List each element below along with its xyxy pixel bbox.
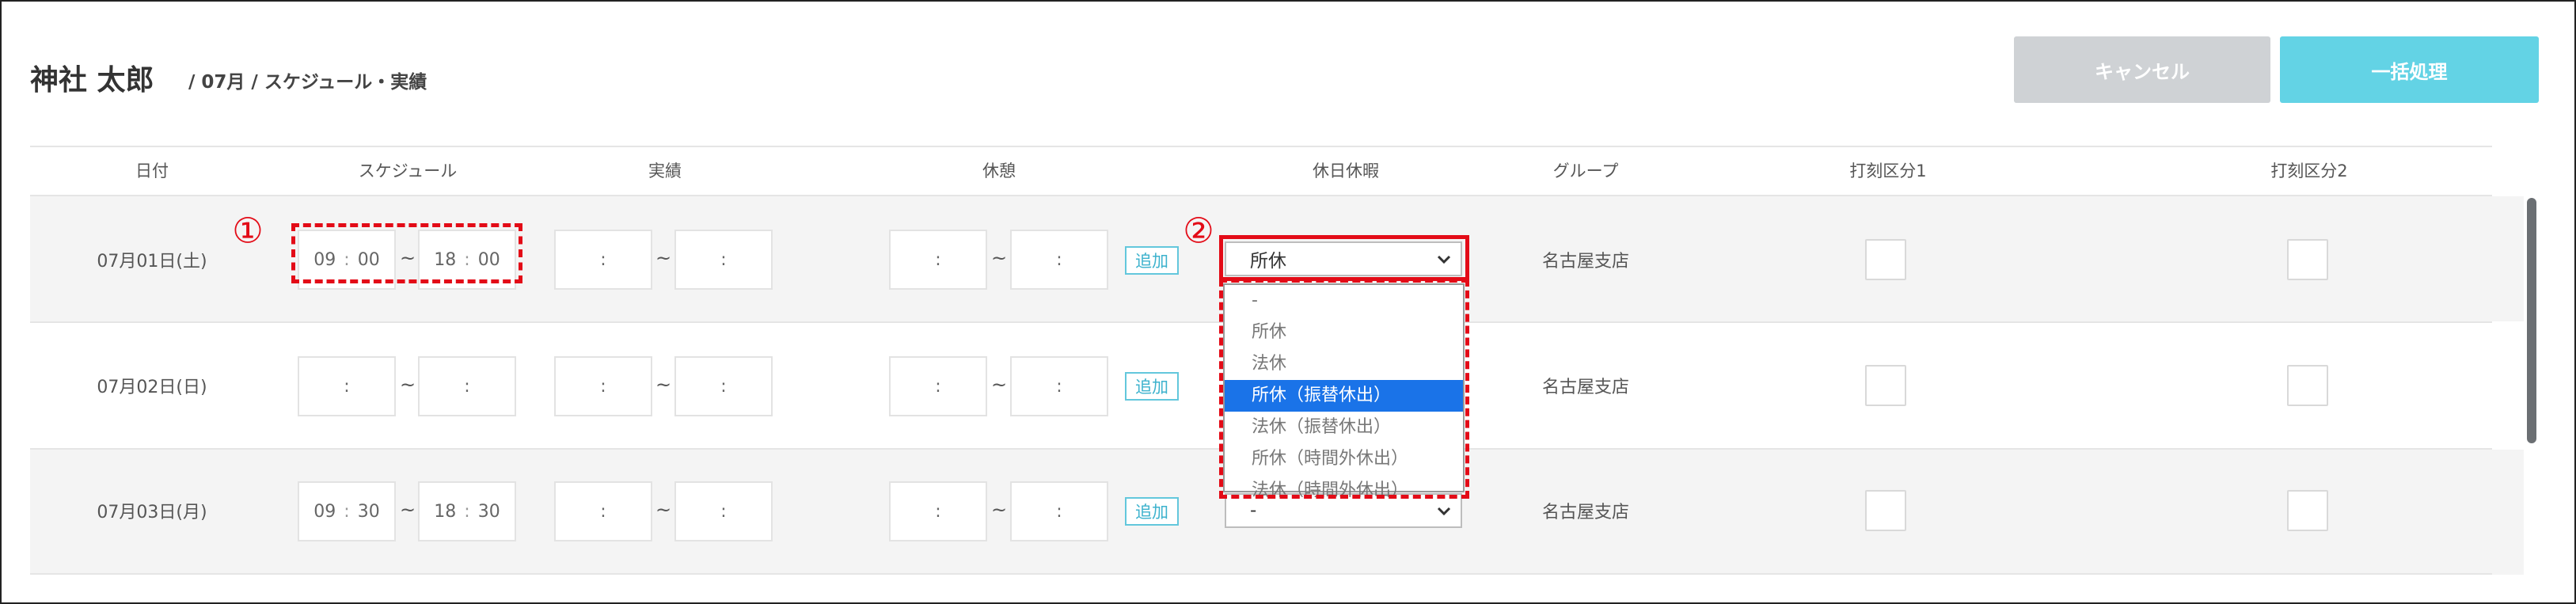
- header-punch2: 打刻区分2: [2270, 161, 2348, 180]
- colon: :: [720, 501, 727, 522]
- range-tilde: ~: [990, 374, 1008, 396]
- row-date: 07月03日(月): [97, 503, 207, 522]
- range-tilde: ~: [990, 247, 1008, 269]
- range-tilde: ~: [990, 499, 1008, 521]
- break-start-input[interactable]: :: [889, 481, 987, 541]
- header-break: 休憩: [982, 161, 1016, 180]
- colon: :: [344, 501, 350, 522]
- add-break-button[interactable]: 追加: [1125, 246, 1179, 275]
- minute-value: 30: [477, 501, 500, 522]
- annotation-box-select: [1219, 235, 1469, 281]
- header-schedule: スケジュール: [358, 161, 458, 180]
- actual-end-input[interactable]: :: [674, 230, 773, 290]
- add-break-button[interactable]: 追加: [1125, 372, 1179, 401]
- hour-value: 18: [434, 501, 457, 522]
- row-group: 名古屋支店: [1541, 378, 1630, 397]
- header-date: 日付: [135, 161, 169, 180]
- colon: :: [720, 376, 727, 397]
- break-start-input[interactable]: :: [889, 356, 987, 416]
- colon: :: [600, 501, 606, 522]
- page-title: 神社 太郎: [30, 64, 154, 97]
- break-end-input[interactable]: :: [1010, 481, 1108, 541]
- punch2-checkbox[interactable]: [2287, 490, 2328, 531]
- colon: :: [344, 376, 350, 397]
- range-tilde: ~: [655, 499, 672, 521]
- range-tilde: ~: [399, 374, 416, 396]
- minute-value: 30: [357, 501, 380, 522]
- annotation-marker-1: ①: [232, 211, 264, 252]
- header-group: グループ: [1552, 161, 1619, 180]
- actual-start-input[interactable]: :: [554, 230, 652, 290]
- schedule-end-input[interactable]: 18:30: [418, 481, 516, 541]
- schedule-start-input[interactable]: :: [298, 356, 396, 416]
- colon: :: [600, 376, 606, 397]
- colon: :: [720, 249, 727, 270]
- punch2-checkbox[interactable]: [2287, 239, 2328, 280]
- punch1-checkbox[interactable]: [1865, 239, 1906, 280]
- colon: :: [464, 376, 470, 397]
- header-punch1: 打刻区分1: [1849, 161, 1927, 180]
- header-holiday: 休日休暇: [1313, 161, 1379, 180]
- colon: :: [935, 501, 941, 522]
- header-actual: 実績: [648, 161, 682, 180]
- add-break-button[interactable]: 追加: [1125, 497, 1179, 526]
- annotation-box-schedule: [291, 223, 522, 283]
- schedule-start-input[interactable]: 09:30: [298, 481, 396, 541]
- actual-start-input[interactable]: :: [554, 356, 652, 416]
- colon: :: [935, 376, 941, 397]
- schedule-end-input[interactable]: :: [418, 356, 516, 416]
- range-tilde: ~: [399, 499, 416, 521]
- actual-start-input[interactable]: :: [554, 481, 652, 541]
- breadcrumb: / 07月 / スケジュール・実績: [188, 72, 427, 93]
- punch1-checkbox[interactable]: [1865, 490, 1906, 531]
- row-divider: [30, 573, 2492, 575]
- cancel-button[interactable]: キャンセル: [2014, 36, 2270, 103]
- vertical-scrollbar[interactable]: [2527, 198, 2536, 443]
- punch1-checkbox[interactable]: [1865, 365, 1906, 406]
- colon: :: [1056, 249, 1062, 270]
- range-tilde: ~: [655, 374, 672, 396]
- row-group: 名古屋支店: [1541, 252, 1630, 272]
- row-group: 名古屋支店: [1541, 503, 1630, 522]
- punch2-checkbox[interactable]: [2287, 365, 2328, 406]
- colon: :: [464, 501, 470, 522]
- actual-end-input[interactable]: :: [674, 481, 773, 541]
- colon: :: [1056, 501, 1062, 522]
- break-start-input[interactable]: :: [889, 230, 987, 290]
- range-tilde: ~: [655, 247, 672, 269]
- annotation-marker-2: ②: [1183, 211, 1214, 252]
- header-top-divider: [30, 146, 2492, 147]
- break-end-input[interactable]: :: [1010, 230, 1108, 290]
- bulk-process-button[interactable]: 一括処理: [2280, 36, 2539, 103]
- annotation-box-dropdown: [1219, 279, 1469, 499]
- row-date: 07月02日(日): [97, 378, 207, 397]
- row-date: 07月01日(土): [97, 252, 207, 272]
- colon: :: [1056, 376, 1062, 397]
- colon: :: [600, 249, 606, 270]
- hour-value: 09: [313, 501, 336, 522]
- break-end-input[interactable]: :: [1010, 356, 1108, 416]
- actual-end-input[interactable]: :: [674, 356, 773, 416]
- colon: :: [935, 249, 941, 270]
